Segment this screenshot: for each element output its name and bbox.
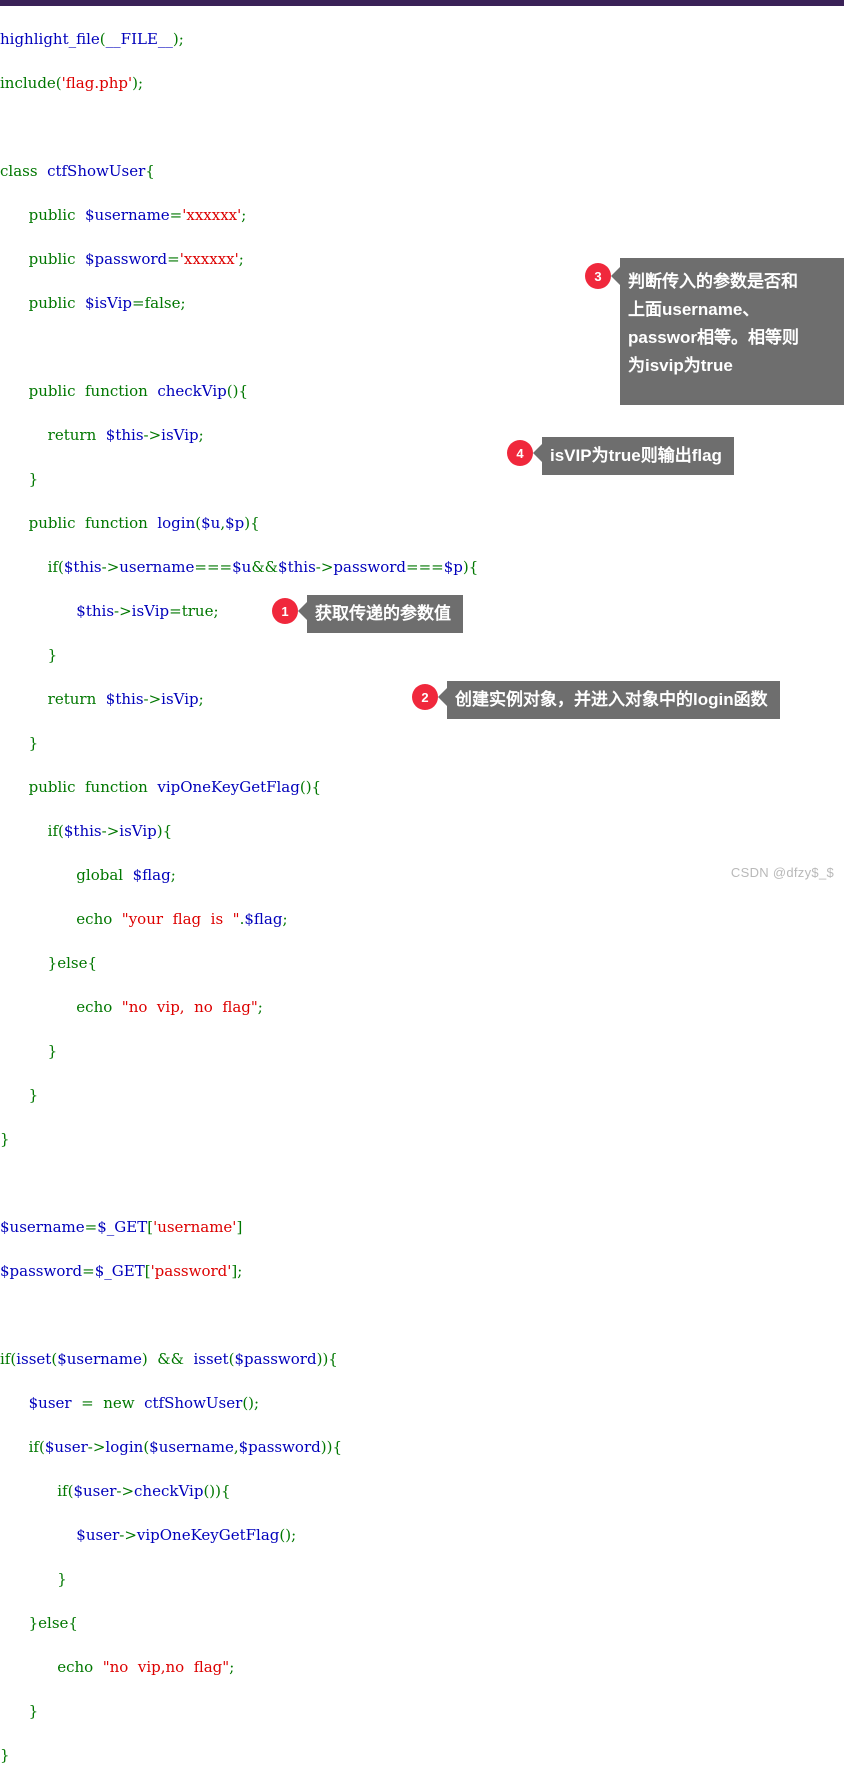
code-line: } — [0, 1570, 67, 1588]
callout-badge-2: 2 — [412, 684, 438, 710]
code-line: } — [0, 1086, 39, 1104]
code-line: } — [0, 734, 39, 752]
code-line: } — [0, 1746, 10, 1764]
annotation-callout-2: 2 创建实例对象，并进入对象中的login函数 — [412, 681, 780, 719]
callout-text-line: 上面username、 — [628, 300, 760, 319]
callout-text-line: 为isvip为true — [628, 356, 733, 375]
callout-pointer-icon — [533, 444, 542, 462]
code-line: class ctfShowUser{ — [0, 162, 155, 180]
code-line: if($this->username===$u&&$this->password… — [0, 558, 479, 576]
code-line: if($this->isVip){ — [0, 822, 173, 840]
code-line: $user = new ctfShowUser(); — [28, 1394, 260, 1412]
code-line: echo "no vip,no flag"; — [0, 1658, 235, 1676]
callout-pointer-icon — [298, 602, 307, 620]
code-line: $username=$_GET['username'] — [0, 1218, 243, 1236]
callout-text-3: 判断传入的参数是否和 上面username、 passwor相等。相等则 为isvip… — [620, 258, 844, 405]
code-line: echo "your flag is ".$flag; — [0, 910, 288, 928]
code-line: echo "no vip, no flag"; — [0, 998, 263, 1016]
callout-text-line: 判断传入的参数是否和 — [628, 272, 798, 291]
code-line: }else{ — [0, 954, 98, 972]
code-line: global $flag; — [0, 866, 176, 884]
callout-text-4: isVIP为true则输出flag — [542, 437, 734, 475]
callout-pointer-icon — [438, 688, 447, 706]
callout-pointer-icon — [611, 267, 620, 285]
callout-badge-3: 3 — [585, 263, 611, 289]
callout-text-1: 获取传递的参数值 — [307, 595, 463, 633]
code-line: }else{ — [0, 1614, 78, 1632]
code-line: $user->vipOneKeyGetFlag(); — [76, 1526, 297, 1544]
callout-text-line: passwor相等。相等则 — [628, 328, 799, 347]
code-line: $password=$_GET['password']; — [0, 1262, 243, 1280]
annotation-callout-3: 3 判断传入的参数是否和 上面username、 passwor相等。相等则 为isv… — [585, 258, 844, 405]
callout-badge-4: 4 — [507, 440, 533, 466]
code-line: } — [0, 646, 58, 664]
callout-text-2: 创建实例对象，并进入对象中的login函数 — [447, 681, 780, 719]
annotation-callout-1: 1 获取传递的参数值 — [272, 595, 463, 633]
code-line: highlight_file(__FILE__); — [0, 30, 184, 48]
code-line: public function login($u,$p){ — [0, 514, 260, 532]
code-line: } — [0, 1702, 39, 1720]
code-line: public function vipOneKeyGetFlag(){ — [0, 778, 322, 796]
code-line: include('flag.php'); — [0, 74, 143, 92]
code-line: if($user->checkVip()){ — [0, 1482, 231, 1500]
code-line: } — [0, 1042, 58, 1060]
code-line: } — [0, 1130, 10, 1148]
callout-badge-1: 1 — [272, 598, 298, 624]
code-line: if(isset($username) && isset($password))… — [0, 1350, 338, 1368]
code-line: public $username='xxxxxx'; — [0, 206, 247, 224]
annotation-callout-4: 4 isVIP为true则输出flag — [507, 437, 734, 475]
code-line: if($user->login($username,$password)){ — [0, 1438, 342, 1456]
csdn-watermark: CSDN @dfzy$_$ — [730, 865, 834, 880]
